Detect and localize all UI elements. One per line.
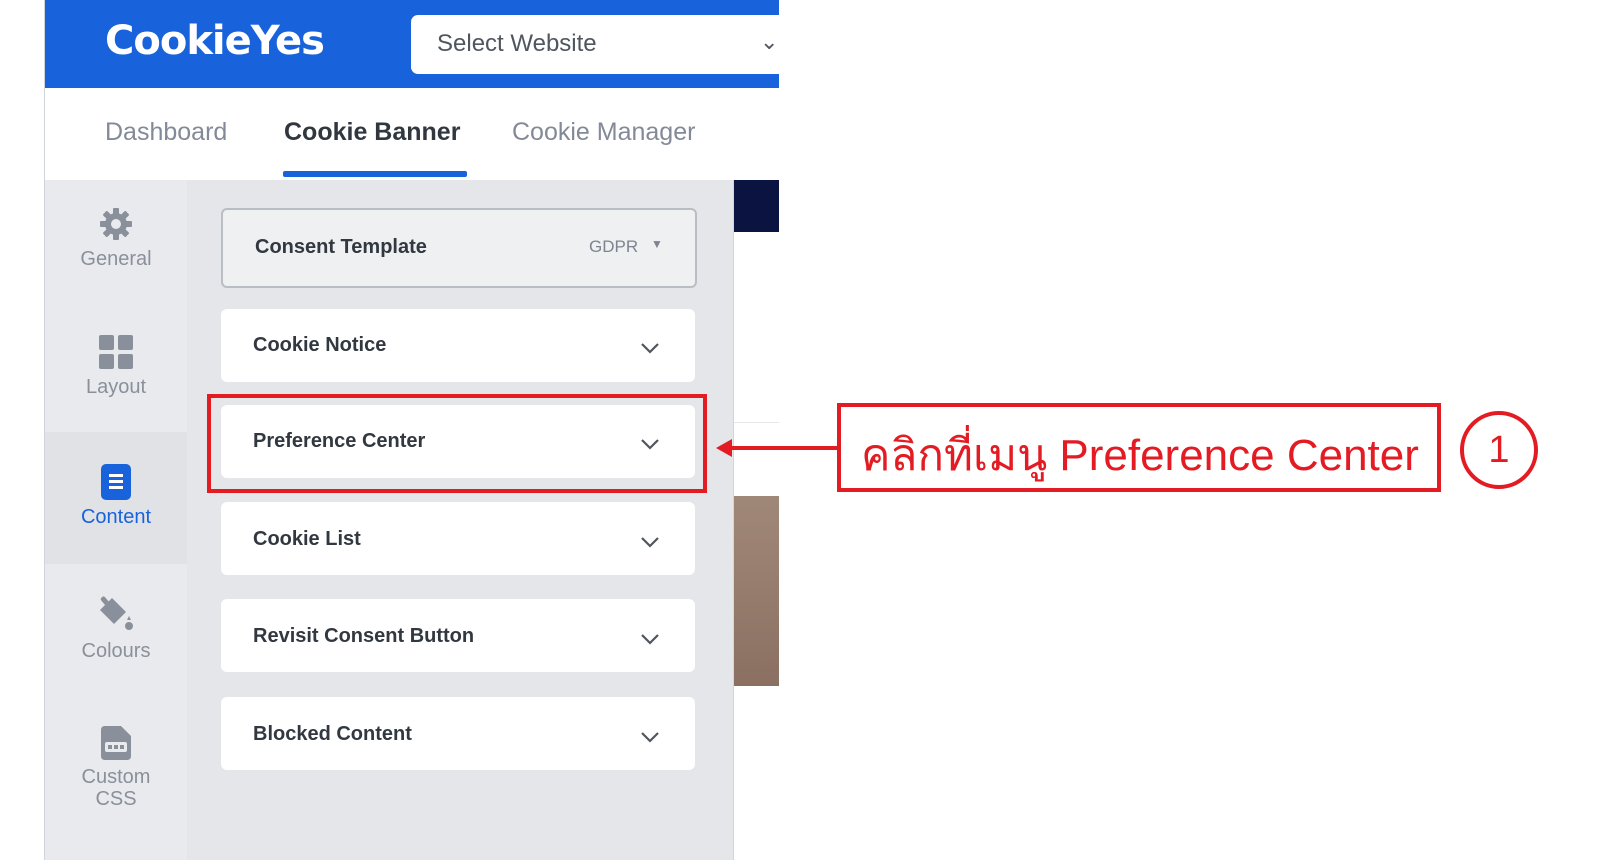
document-icon <box>101 464 131 500</box>
accordion-cookie-notice[interactable]: Cookie Notice <box>221 309 695 382</box>
chevron-down-icon <box>641 537 659 548</box>
annotation-arrow <box>730 446 838 450</box>
arrow-head-icon <box>716 439 732 457</box>
gear-icon <box>100 208 132 240</box>
highlight-box <box>207 394 707 493</box>
website-select[interactable]: Select Website ⌄ <box>411 15 779 74</box>
sidebar-item-layout[interactable]: Layout <box>45 334 187 434</box>
accordion-blocked-content[interactable]: Blocked Content <box>221 697 695 770</box>
accordion-label: Blocked Content <box>253 723 412 745</box>
sidebar-item-label: Content <box>80 506 152 528</box>
sidebar-item-label: Colours <box>81 640 151 662</box>
callout-text: คลิกที่เมนู Preference Center <box>861 431 1419 480</box>
sidebar-item-custom-css[interactable]: Custom CSS <box>45 726 187 836</box>
tab-dashboard[interactable]: Dashboard <box>105 118 227 147</box>
chevron-down-icon: ⌄ <box>760 29 779 54</box>
chevron-down-icon <box>641 343 659 354</box>
website-select-label: Select Website <box>437 30 597 57</box>
content-settings-panel: Consent Template GDPR ▼ Cookie Notice Pr… <box>187 180 733 860</box>
css-file-icon <box>101 726 131 760</box>
sidebar-item-content[interactable]: Content <box>45 432 187 564</box>
sidebar-item-colours[interactable]: Colours <box>45 596 187 696</box>
grid-icon <box>99 335 133 369</box>
accordion-label: Revisit Consent Button <box>253 625 475 647</box>
tab-cookie-banner[interactable]: Cookie Banner <box>284 118 460 147</box>
preview-divider <box>734 422 779 423</box>
consent-template-select[interactable]: Consent Template GDPR ▼ <box>221 208 697 288</box>
active-tab-indicator <box>283 171 467 177</box>
annotation-callout: คลิกที่เมนู Preference Center <box>837 403 1441 492</box>
banner-preview <box>733 180 779 860</box>
preview-image <box>734 496 779 686</box>
accordion-label: Cookie List <box>253 528 361 550</box>
accordion-cookie-list[interactable]: Cookie List <box>221 502 695 575</box>
accordion-label: Cookie Notice <box>253 334 387 356</box>
sidebar-item-label: General <box>80 248 152 270</box>
consent-template-value: GDPR <box>589 237 639 256</box>
main-tabs: Dashboard Cookie Banner Cookie Manager <box>45 88 779 180</box>
caret-down-icon: ▼ <box>651 237 663 251</box>
paint-bucket-icon <box>100 596 133 630</box>
preview-header-bar <box>734 180 779 232</box>
accordion-revisit-consent-button[interactable]: Revisit Consent Button <box>221 599 695 672</box>
settings-sidebar: General Layout Content Colours Custom CS… <box>45 180 187 860</box>
consent-template-label: Consent Template <box>255 236 427 258</box>
top-bar: CookieYes Select Website ⌄ <box>45 0 779 88</box>
chevron-down-icon <box>641 732 659 743</box>
tab-cookie-manager[interactable]: Cookie Manager <box>512 118 695 147</box>
sidebar-item-label-line2: CSS <box>95 788 137 810</box>
sidebar-item-general[interactable]: General <box>45 206 187 306</box>
sidebar-item-label: Layout <box>85 376 147 398</box>
sidebar-item-label-line1: Custom <box>81 766 151 788</box>
cookieyes-logo[interactable]: CookieYes <box>105 18 325 64</box>
step-number-badge: 1 <box>1460 411 1538 489</box>
chevron-down-icon <box>641 634 659 645</box>
